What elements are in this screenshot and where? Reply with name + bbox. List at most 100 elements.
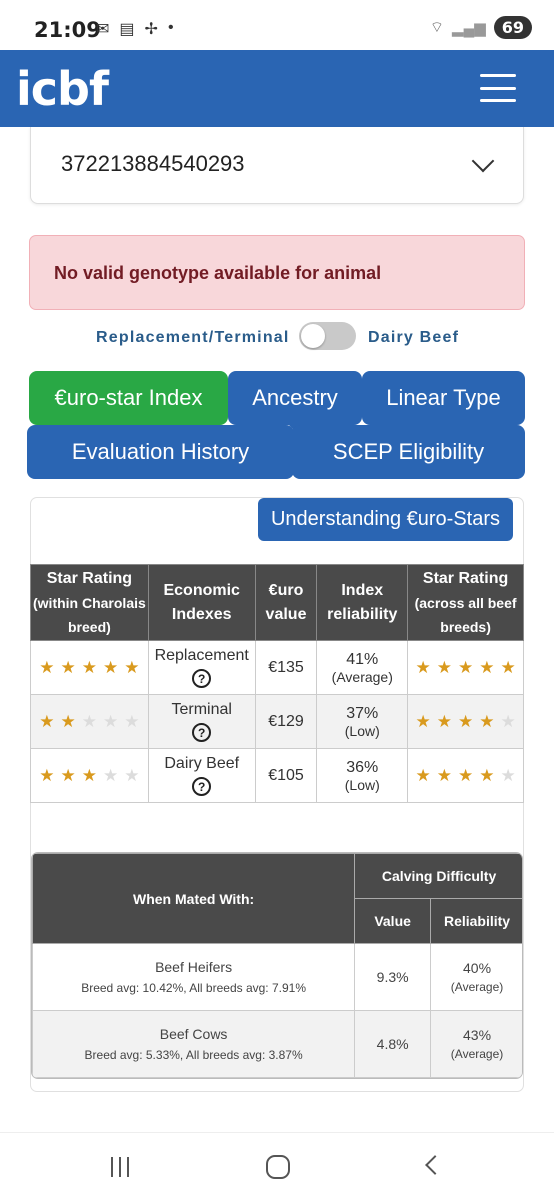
star-filled-icon: ★	[124, 657, 140, 677]
reliability-label: (Low)	[344, 776, 380, 793]
star-filled-icon: ★	[500, 657, 516, 677]
reliability-cell: 37% (Low)	[316, 694, 409, 749]
star-empty-icon: ★	[103, 765, 119, 785]
index-row: ★ ★ ★ ★ ★ Terminal? €129 37% (Low) ★ ★ ★ ★ ★	[30, 694, 524, 749]
index-type-switch[interactable]	[299, 322, 356, 350]
calving-reliability-label: (Average)	[450, 1047, 504, 1061]
animal-select[interactable]: 372213884540293	[30, 127, 524, 204]
calving-difficulty-table: When Mated With: Calving Difficulty Valu…	[32, 853, 522, 1078]
toggle-label-dairy-beef: Dairy Beef	[368, 329, 460, 346]
star-filled-icon: ★	[457, 657, 474, 677]
star-rating: ★ ★ ★ ★ ★	[408, 712, 523, 732]
tab-euro-star-index[interactable]: €uro-star Index	[29, 371, 228, 425]
calving-value-cell: 4.8%	[354, 1010, 432, 1078]
help-icon[interactable]: ?	[192, 723, 212, 742]
breed-avg-text: Breed avg: 5.33%, All breeds avg: 3.87%	[84, 1048, 303, 1062]
star-filled-icon: ★	[60, 657, 76, 677]
calving-row: Beef Cows Breed avg: 5.33%, All breeds av…	[32, 1010, 522, 1078]
star-rating: ★ ★ ★ ★ ★	[408, 766, 523, 786]
mated-with-label: Beef Heifers	[155, 959, 233, 975]
fan-icon: ✢	[144, 21, 158, 38]
star-rating: ★ ★ ★ ★ ★	[31, 712, 148, 732]
tab-ancestry-label: Ancestry	[252, 385, 338, 410]
tab-scep-eligibility[interactable]: SCEP Eligibility	[292, 425, 525, 479]
battery-indicator: 69	[493, 16, 532, 39]
star-filled-icon: ★	[81, 657, 98, 677]
understanding-euro-stars-button[interactable]: Understanding €uro-Stars	[258, 498, 513, 541]
index-name: Terminal	[171, 701, 232, 718]
star-filled-icon: ★	[415, 711, 431, 731]
index-row: ★ ★ ★ ★ ★ Replacement? €135 41% (Average) ★ ★ ★ ★ ★	[30, 640, 524, 695]
status-bar: 21:09 ✉ ▤ ✢ • ⌔ ▂▄▆ 69	[0, 0, 554, 50]
calving-row: Beef Heifers Breed avg: 10.42%, All breed…	[32, 943, 522, 1011]
reliability-value: 36%	[346, 758, 379, 776]
star-rating: ★ ★ ★ ★ ★	[408, 658, 523, 678]
stars-across-breeds: ★ ★ ★ ★ ★	[407, 748, 524, 803]
recent-apps-icon[interactable]	[111, 1157, 129, 1177]
stars-within-breed: ★ ★ ★ ★ ★	[30, 694, 149, 749]
star-filled-icon: ★	[60, 765, 76, 785]
star-filled-icon: ★	[39, 711, 55, 731]
star-empty-icon: ★	[103, 711, 119, 731]
home-icon[interactable]	[266, 1155, 290, 1179]
star-filled-icon: ★	[103, 657, 119, 677]
economic-index-cell: Replacement?	[147, 640, 256, 695]
economic-index-cell: Terminal?	[147, 694, 256, 749]
icbf-logo[interactable]: icbf	[16, 62, 109, 116]
star-empty-icon: ★	[500, 765, 516, 785]
calving-reliability-value: 43%	[463, 1027, 492, 1043]
back-icon[interactable]	[425, 1155, 445, 1175]
mated-with-label: Beef Cows	[159, 1026, 228, 1042]
chevron-down-icon[interactable]	[471, 149, 495, 173]
economic-index-cell: Dairy Beef?	[147, 748, 256, 803]
header-star-rating-across: Star Rating (across all beef breeds)	[407, 564, 524, 641]
alert-text: No valid genotype available for animal	[54, 263, 382, 283]
signal-icon: ▂▄▆	[452, 19, 486, 37]
index-row: ★ ★ ★ ★ ★ Dairy Beef? €105 36% (Low) ★ ★ ★ ★ ★	[30, 748, 524, 803]
mated-with-cell: Beef Heifers Breed avg: 10.42%, All breed…	[32, 943, 356, 1011]
euro-star-index-table: Star Rating (within Charolais breed) Eco…	[30, 564, 524, 803]
tab-evaluation-history[interactable]: Evaluation History	[27, 425, 294, 479]
star-filled-icon: ★	[436, 657, 452, 677]
star-filled-icon: ★	[457, 765, 474, 785]
star-filled-icon: ★	[457, 711, 474, 731]
status-time: 21:09	[34, 18, 101, 42]
wifi-icon: ⌔	[429, 19, 445, 36]
star-filled-icon: ★	[436, 765, 452, 785]
switch-knob	[301, 324, 325, 348]
calving-value-cell: 9.3%	[354, 943, 432, 1011]
help-icon[interactable]: ?	[192, 669, 212, 688]
header-reliability: Reliability	[430, 898, 522, 944]
star-filled-icon: ★	[479, 657, 495, 677]
index-name: Dairy Beef	[164, 755, 240, 772]
genotype-alert: No valid genotype available for animal	[29, 235, 525, 310]
index-type-toggle-row: Replacement/Terminal Dairy Beef	[0, 320, 554, 354]
system-nav-bar	[0, 1132, 554, 1200]
breed-avg-text: Breed avg: 10.42%, All breeds avg: 7.91%	[81, 981, 306, 995]
dot-icon: •	[167, 19, 174, 36]
star-empty-icon: ★	[500, 711, 516, 731]
stars-across-breeds: ★ ★ ★ ★ ★	[407, 640, 524, 695]
status-icons-right: ⌔ ▂▄▆ 69	[430, 16, 532, 39]
header-euro-value: €uro value	[254, 564, 318, 641]
reliability-value: 37%	[346, 704, 379, 722]
tab-linear-type[interactable]: Linear Type	[362, 371, 525, 425]
menu-icon[interactable]	[480, 74, 516, 102]
animal-id-value: 372213884540293	[61, 151, 245, 176]
stars-across-breeds: ★ ★ ★ ★ ★	[407, 694, 524, 749]
calving-reliability-cell: 43% (Average)	[430, 1010, 522, 1078]
reliability-cell: 41% (Average)	[316, 640, 409, 695]
star-filled-icon: ★	[436, 711, 452, 731]
reliability-label: (Low)	[344, 722, 380, 739]
star-filled-icon: ★	[479, 711, 495, 731]
star-filled-icon: ★	[415, 657, 431, 677]
calving-reliability-label: (Average)	[450, 980, 504, 994]
index-name: Replacement	[154, 647, 249, 664]
help-icon[interactable]: ?	[192, 777, 212, 796]
mail-icon: ✉	[96, 21, 110, 38]
star-filled-icon: ★	[60, 711, 76, 731]
stars-within-breed: ★ ★ ★ ★ ★	[30, 640, 149, 695]
tab-ancestry[interactable]: Ancestry	[228, 371, 362, 431]
star-empty-icon: ★	[124, 711, 140, 731]
calving-reliability-cell: 40% (Average)	[430, 943, 522, 1011]
